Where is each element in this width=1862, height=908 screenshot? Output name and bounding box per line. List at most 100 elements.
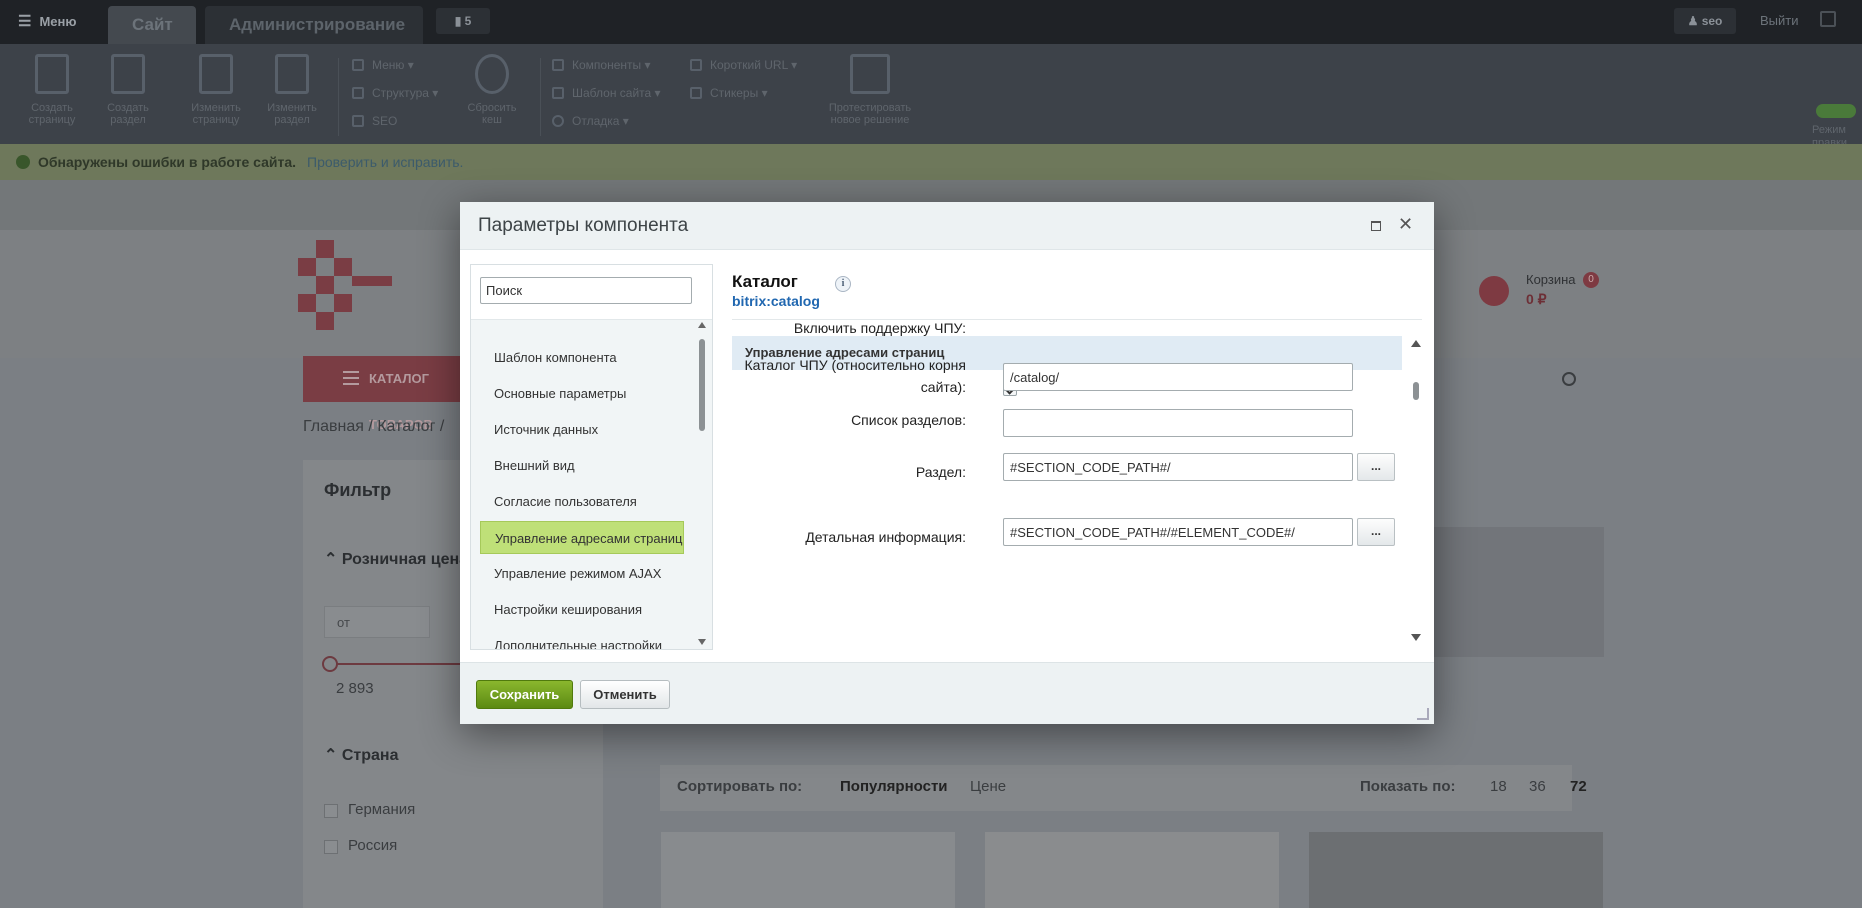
params-group-item[interactable]: Дополнительные настройки	[480, 629, 684, 649]
menu-tool[interactable]: Меню ▾	[352, 58, 414, 72]
product-card[interactable]	[985, 832, 1279, 908]
params-group-item[interactable]: Управление режимом AJAX	[480, 557, 684, 590]
debug-tool[interactable]: Отладка ▾	[552, 114, 629, 128]
components-icon	[552, 59, 564, 71]
reset-cache-button[interactable]: Сбросить кеш	[462, 54, 522, 126]
logo-pixel	[298, 258, 316, 276]
close-icon[interactable]: ✕	[1398, 214, 1413, 235]
info-icon[interactable]: i	[835, 276, 851, 292]
sections-input[interactable]	[1003, 409, 1353, 437]
show-36-link[interactable]: 36	[1529, 778, 1546, 795]
catalog-menu-button[interactable]: КАТАЛОГ ТОВАРОВ	[303, 356, 463, 432]
product-card[interactable]	[1309, 832, 1603, 908]
component-code: bitrix:catalog	[732, 293, 820, 309]
template-icon	[552, 87, 564, 99]
scroll-up-arrow[interactable]	[1411, 340, 1421, 347]
admin-menu-button[interactable]: ☰ Меню	[18, 12, 76, 30]
country-checkbox[interactable]	[324, 804, 338, 818]
params-group-item[interactable]: Основные параметры	[480, 377, 684, 410]
edit-folder-icon	[275, 54, 309, 94]
create-section-button[interactable]: Создать раздел	[98, 54, 158, 126]
params-group-item[interactable]: Настройки кеширования	[480, 593, 684, 626]
params-group-item[interactable]: Источник данных	[480, 413, 684, 446]
params-group-item[interactable]: Внешний вид	[480, 449, 684, 482]
debug-icon	[552, 115, 564, 127]
params-group-item[interactable]: Шаблон компонента	[480, 341, 684, 374]
menu-tool-label: Меню	[372, 58, 405, 72]
settings-icon[interactable]	[1820, 11, 1836, 27]
stickers-tool[interactable]: Стикеры ▾	[690, 86, 768, 100]
site-logo[interactable]	[298, 240, 416, 336]
structure-icon	[352, 87, 364, 99]
dialog-footer: Сохранить Отменить	[460, 662, 1434, 724]
edit-section-button[interactable]: Изменить раздел	[262, 54, 322, 126]
scroll-up-arrow[interactable]	[698, 322, 706, 328]
logo-pixel	[334, 258, 352, 276]
section-url-input[interactable]	[1003, 453, 1353, 481]
logout-link[interactable]: Выйти	[1760, 13, 1799, 28]
sidebar-scrollbar-thumb[interactable]	[699, 339, 705, 431]
element-url-picker-button[interactable]: ...	[1357, 518, 1395, 546]
maximize-icon[interactable]	[1371, 221, 1381, 231]
edit-page-button[interactable]: Изменить страницу	[186, 54, 246, 126]
filter-country-section[interactable]: ⌃ Страна	[324, 745, 398, 765]
show-72-link[interactable]: 72	[1570, 778, 1587, 795]
params-group-item[interactable]: Согласие пользователя	[480, 485, 684, 518]
scroll-down-arrow[interactable]	[698, 639, 706, 645]
dialog-header[interactable]: Параметры компонента ✕	[460, 202, 1434, 250]
product-card[interactable]	[661, 832, 955, 908]
sef-folder-input[interactable]	[1003, 363, 1353, 391]
section-url-picker-button[interactable]: ...	[1357, 453, 1395, 481]
sort-price-link[interactable]: Цене	[970, 778, 1006, 795]
params-group-list: Шаблон компонента Основные параметры Ист…	[480, 341, 684, 649]
user-button[interactable]: ♟ seo	[1674, 8, 1736, 34]
element-url-input[interactable]	[1003, 518, 1353, 546]
tab-site[interactable]: Сайт	[108, 6, 196, 44]
params-group-item-active[interactable]: Управление адресами страниц	[480, 521, 684, 554]
create-page-button[interactable]: Создать страницу	[22, 54, 82, 126]
filter-price-section[interactable]: ⌃ Розничная цена	[324, 549, 468, 569]
site-errors-warning: Обнаружены ошибки в работе сайта. Провер…	[0, 144, 1862, 180]
fix-errors-link[interactable]: Проверить и исправить.	[307, 154, 463, 170]
country-checkbox[interactable]	[324, 840, 338, 854]
resize-handle-icon[interactable]	[1417, 708, 1429, 720]
price-from-input[interactable]: от	[324, 606, 430, 638]
burger-icon: ☰	[18, 13, 32, 30]
logo-pixel	[334, 294, 352, 312]
show-18-link[interactable]: 18	[1490, 778, 1507, 795]
admin-panel-top: ☰ Меню Сайт Администрирование ▮ 5 ♟ seo В…	[0, 0, 1862, 44]
refresh-icon	[475, 54, 509, 94]
filter-country-label: Страна	[341, 747, 399, 764]
seo-tool-label: SEO	[372, 114, 398, 128]
create-section-label: Создать раздел	[107, 102, 149, 126]
site-template-tool[interactable]: Шаблон сайта ▾	[552, 86, 661, 100]
sidebar-search-input[interactable]	[480, 277, 692, 304]
scroll-down-arrow[interactable]	[1411, 634, 1421, 641]
cart-sum: 0 ₽	[1526, 291, 1547, 307]
promo-banner[interactable]	[1424, 527, 1604, 657]
menu-icon	[352, 59, 364, 71]
save-button[interactable]: Сохранить	[476, 680, 573, 709]
structure-tool[interactable]: Структура ▾	[352, 86, 438, 100]
notifications-count: 5	[464, 14, 472, 28]
new-page-icon	[35, 54, 69, 94]
notifications-button[interactable]: ▮ 5	[436, 8, 490, 34]
components-tool[interactable]: Компоненты ▾	[552, 58, 651, 72]
sort-popular-link[interactable]: Популярности	[840, 778, 948, 795]
toolbar-divider	[540, 58, 541, 136]
edit-mode-toggle[interactable]	[1816, 104, 1856, 118]
sidebar-search-area	[471, 265, 712, 320]
params-scrollbar-thumb[interactable]	[1413, 382, 1419, 400]
country-label: Россия	[348, 837, 398, 854]
price-slider-handle[interactable]	[322, 656, 338, 672]
cancel-button[interactable]: Отменить	[580, 680, 670, 709]
tab-administration[interactable]: Администрирование	[205, 6, 423, 44]
search-icon[interactable]	[1562, 372, 1576, 386]
logo-pixel	[316, 276, 334, 294]
seo-tool[interactable]: SEO	[352, 114, 397, 128]
short-url-tool[interactable]: Короткий URL ▾	[690, 58, 797, 72]
cart-icon[interactable]	[1479, 276, 1509, 306]
test-solution-button[interactable]: Протестировать новое решение	[826, 54, 914, 126]
toolbar-divider	[338, 58, 339, 136]
cart-label[interactable]: Корзина	[1526, 272, 1576, 287]
